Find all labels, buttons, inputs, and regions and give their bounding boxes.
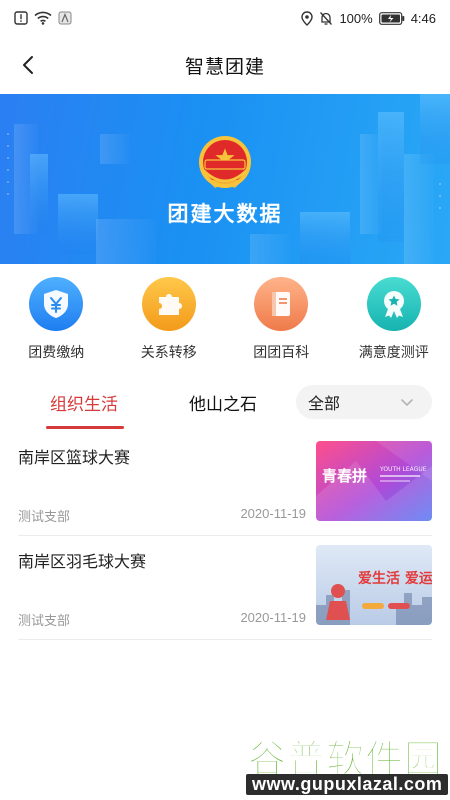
- action-relationship-transfer[interactable]: 关系转移: [113, 270, 226, 370]
- tab-other-mountains[interactable]: 他山之石: [189, 390, 257, 415]
- watermark-url: www.gupuxlazal.com: [246, 774, 449, 795]
- thumb-text: 爱生活 爱运动: [358, 570, 432, 587]
- wifi-icon: [34, 11, 52, 25]
- tab-indicator: [46, 426, 124, 429]
- chevron-left-icon: [23, 56, 33, 74]
- app-notification-icon: [58, 11, 72, 25]
- action-label: 关系转移: [140, 344, 197, 360]
- item-title: 南岸区篮球大赛: [18, 450, 131, 467]
- banner-background: [7, 94, 450, 264]
- back-button[interactable]: [12, 48, 46, 82]
- item-thumbnail: 爱生活 爱运动: [316, 545, 432, 625]
- battery-percent: 100%: [339, 10, 373, 26]
- item-title: 南岸区羽毛球大赛: [18, 554, 147, 571]
- banner-title: 团建大数据: [167, 203, 283, 226]
- filter-value: 全部: [308, 396, 341, 413]
- item-date: 2020-11-19: [240, 506, 306, 521]
- action-fee-payment[interactable]: 团费缴纳: [0, 270, 113, 370]
- puzzle-icon: [141, 277, 196, 331]
- list-item[interactable]: 南岸区羽毛球大赛 测试支部 2020-11-19 爱生活 爱运动: [18, 536, 432, 640]
- quick-actions: 团费缴纳 关系转移 团团百科 满意度测评: [0, 270, 450, 370]
- page-title: 智慧团建: [184, 56, 265, 78]
- thumb-text: 青春拼: [322, 467, 367, 485]
- tab-organization-life[interactable]: 组织生活: [50, 390, 118, 415]
- yuan-shield-icon: [29, 277, 84, 331]
- status-left: [14, 11, 72, 25]
- award-icon: [366, 277, 421, 331]
- thumb-subtext: YOUTH LEAGUE: [379, 466, 427, 473]
- category-filter-select[interactable]: 全部: [296, 385, 432, 419]
- item-date: 2020-11-19: [240, 610, 306, 625]
- status-bar: 100% 4:46: [0, 0, 450, 36]
- status-right: 100% 4:46: [301, 11, 436, 26]
- battery-icon: [378, 11, 405, 25]
- chevron-down-icon: [401, 399, 413, 407]
- action-label: 满意度测评: [358, 344, 429, 360]
- banner[interactable]: 团建大数据: [0, 94, 450, 264]
- tab-bar: 组织生活 他山之石 全部: [0, 382, 450, 430]
- list-item[interactable]: 南岸区篮球大赛 测试支部 2020-11-19 青春拼 YOUTH LEAGUE: [18, 432, 432, 536]
- watermark-logo: 谷普软件园 www.gupuxlazal.com: [240, 728, 450, 800]
- item-organization: 测试支部: [18, 509, 71, 524]
- location-icon: [301, 10, 314, 26]
- activity-list: 南岸区篮球大赛 测试支部 2020-11-19 青春拼 YOUTH LEAGUE: [0, 432, 450, 640]
- action-label: 团团百科: [253, 344, 310, 360]
- mute-bell-icon: [319, 11, 333, 26]
- action-encyclopedia[interactable]: 团团百科: [225, 270, 338, 370]
- book-icon: [254, 277, 309, 331]
- app-bar: 智慧团建: [0, 36, 450, 94]
- alert-icon: [14, 11, 28, 25]
- clock: 4:46: [410, 10, 436, 26]
- action-satisfaction-survey[interactable]: 满意度测评: [338, 270, 450, 370]
- action-label: 团费缴纳: [28, 344, 85, 360]
- item-organization: 测试支部: [18, 613, 71, 628]
- youth-league-emblem: [199, 136, 251, 188]
- item-thumbnail: 青春拼 YOUTH LEAGUE: [316, 441, 432, 521]
